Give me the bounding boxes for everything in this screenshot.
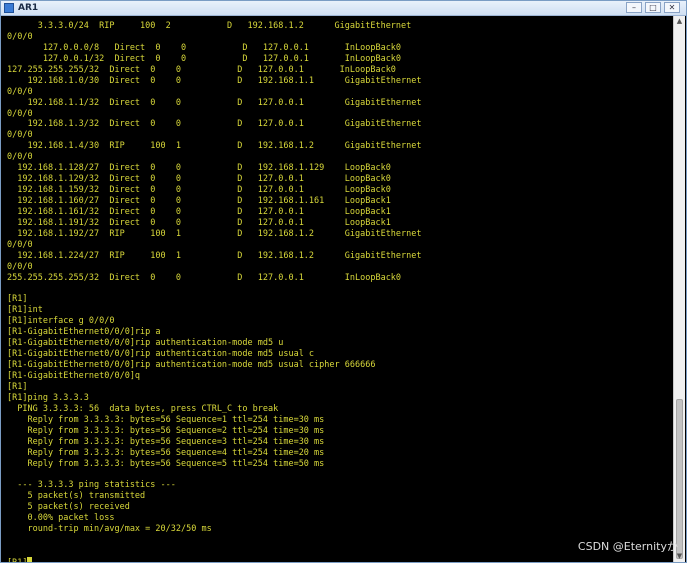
console-line: 192.168.1.0/30 Direct 0 0 D 192.168.1.1 … xyxy=(7,75,422,86)
console-line: --- 3.3.3.3 ping statistics --- xyxy=(7,480,176,491)
console-line: 127.0.0.0/8 Direct 0 0 D 127.0.0.1 InLoo… xyxy=(7,42,402,53)
console-line: 192.168.1.191/32 Direct 0 0 D 127.0.0.1 … xyxy=(7,217,391,228)
vertical-scrollbar[interactable]: ▲ ▼ xyxy=(673,16,685,562)
console-line: [R1]ping 3.3.3.3 xyxy=(7,392,89,403)
console-output[interactable]: 3.3.3.0/24 RIP 100 2 D 192.168.1.2 Gigab… xyxy=(2,16,675,562)
prompt-text: [R1] xyxy=(7,558,27,562)
console-line: [R1]int xyxy=(7,305,43,316)
console-line: 192.168.1.161/32 Direct 0 0 D 127.0.0.1 … xyxy=(7,206,391,217)
console-line: 192.168.1.4/30 RIP 100 1 D 192.168.1.2 G… xyxy=(7,141,422,152)
scrollbar-thumb[interactable] xyxy=(676,399,683,559)
console-line: [R1]interface g 0/0/0 xyxy=(7,316,115,327)
console-line: 5 packet(s) transmitted xyxy=(7,491,146,502)
console-line: 5 packet(s) received xyxy=(7,502,130,513)
minimize-button[interactable]: – xyxy=(626,2,642,13)
watermark: CSDN @Eternityか xyxy=(577,540,678,553)
console-lines: 3.3.3.0/24 RIP 100 2 D 192.168.1.2 Gigab… xyxy=(7,21,422,562)
console-line: Reply from 3.3.3.3: bytes=56 Sequence=1 … xyxy=(7,414,325,425)
window-controls: – □ ✕ xyxy=(626,1,680,14)
console-line: [R1-GigabitEthernet0/0/0]rip authenticat… xyxy=(7,360,376,371)
title-bar[interactable]: AR1 – □ ✕ xyxy=(1,1,686,16)
console-line: 0/0/0 xyxy=(7,130,33,141)
scroll-up-arrow-icon[interactable]: ▲ xyxy=(675,17,684,26)
console-line: 0/0/0 xyxy=(7,152,33,163)
console-line: [R1-GigabitEthernet0/0/0]rip a xyxy=(7,327,161,338)
console-line: 192.168.1.1/32 Direct 0 0 D 127.0.0.1 Gi… xyxy=(7,97,422,108)
console-line: Reply from 3.3.3.3: bytes=56 Sequence=4 … xyxy=(7,447,325,458)
console-line: 0/0/0 xyxy=(7,261,33,272)
console-line: 255.255.255.255/32 Direct 0 0 D 127.0.0.… xyxy=(7,272,402,283)
console-line: 0/0/0 xyxy=(7,239,33,250)
console-line: [R1-GigabitEthernet0/0/0]rip authenticat… xyxy=(7,349,315,360)
close-button[interactable]: ✕ xyxy=(664,2,680,13)
console-line: 192.168.1.129/32 Direct 0 0 D 127.0.0.1 … xyxy=(7,174,391,185)
console-line: [R1-GigabitEthernet0/0/0]rip authenticat… xyxy=(7,338,284,349)
maximize-button[interactable]: □ xyxy=(645,2,661,13)
console-line: 192.168.1.192/27 RIP 100 1 D 192.168.1.2… xyxy=(7,228,422,239)
console-line: Reply from 3.3.3.3: bytes=56 Sequence=5 … xyxy=(7,458,325,469)
console-line: [R1-GigabitEthernet0/0/0]q xyxy=(7,371,141,381)
console-line: Reply from 3.3.3.3: bytes=56 Sequence=3 … xyxy=(7,436,325,447)
window-title: AR1 xyxy=(18,3,39,13)
console-line: [R1] xyxy=(7,294,28,305)
console-line: 192.168.1.160/27 Direct 0 0 D 192.168.1.… xyxy=(7,196,391,206)
console-line: 127.255.255.255/32 Direct 0 0 D 127.0.0.… xyxy=(7,64,396,75)
console-line: 192.168.1.224/27 RIP 100 1 D 192.168.1.2… xyxy=(7,250,422,261)
console-line: Reply from 3.3.3.3: bytes=56 Sequence=2 … xyxy=(7,425,325,436)
console-line: 127.0.0.1/32 Direct 0 0 D 127.0.0.1 InLo… xyxy=(7,53,402,64)
console-line: [R1] xyxy=(7,381,28,392)
console-line: 0/0/0 xyxy=(7,108,33,119)
terminal-window: AR1 – □ ✕ 3.3.3.0/24 RIP 100 2 D 192.168… xyxy=(0,0,687,563)
console-line: 0.00% packet loss xyxy=(7,513,115,524)
console-line: 192.168.1.128/27 Direct 0 0 D 192.168.1.… xyxy=(7,163,391,174)
console-line: PING 3.3.3.3: 56 data bytes, press CTRL_… xyxy=(7,403,279,414)
text-cursor xyxy=(27,556,33,562)
console-line: 192.168.1.159/32 Direct 0 0 D 127.0.0.1 … xyxy=(7,185,391,196)
router-icon xyxy=(4,3,14,13)
console-line: round-trip min/avg/max = 20/32/50 ms xyxy=(7,524,212,535)
console-line: 3.3.3.0/24 RIP 100 2 D 192.168.1.2 Gigab… xyxy=(7,21,412,31)
console-prompt[interactable]: [R1] xyxy=(7,556,422,562)
console-line: 0/0/0 xyxy=(7,86,33,97)
console-line: 0/0/0 xyxy=(7,31,33,42)
console-line: 192.168.1.3/32 Direct 0 0 D 127.0.0.1 Gi… xyxy=(7,119,422,130)
